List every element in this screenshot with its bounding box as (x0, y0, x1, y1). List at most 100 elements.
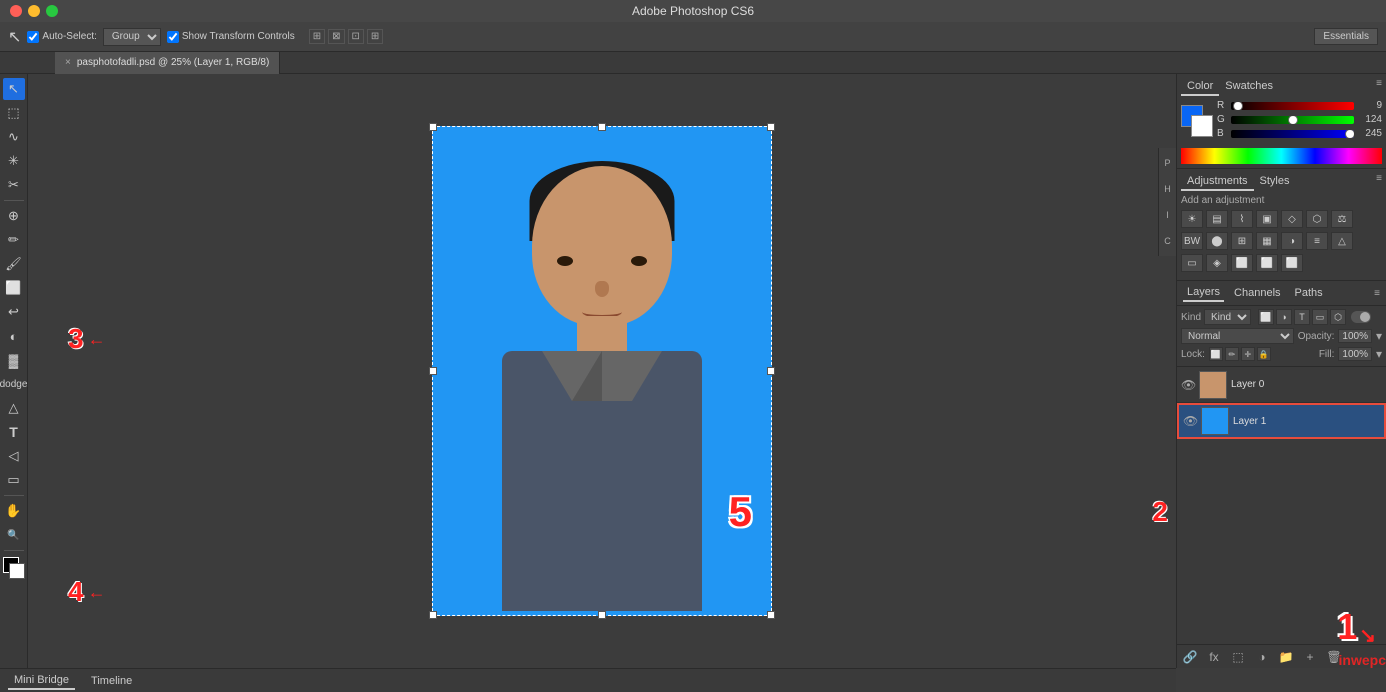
layers-tab[interactable]: Layers (1183, 284, 1224, 302)
move-tool-btn[interactable]: ↖ (3, 78, 25, 100)
add-mask-btn[interactable]: ⬚ (1229, 648, 1247, 666)
marquee-tool-btn[interactable]: ⬚ (3, 102, 25, 124)
filter-toggle[interactable] (1351, 311, 1371, 323)
filter-pixel-btn[interactable]: ⬜ (1258, 309, 1274, 325)
left-eye (557, 256, 573, 266)
eyedropper-btn[interactable]: ⊕ (3, 205, 25, 227)
filter-type-btn[interactable]: T (1294, 309, 1310, 325)
adj5-btn[interactable]: ⬜ (1281, 254, 1303, 272)
timeline-tab[interactable]: Timeline (85, 673, 138, 689)
adj3-btn[interactable]: ⬜ (1231, 254, 1253, 272)
minimize-button[interactable] (28, 5, 40, 17)
fill-arrow[interactable]: ▾ (1376, 347, 1382, 361)
layer-style-btn[interactable]: fx (1205, 648, 1223, 666)
styles-tab[interactable]: Styles (1254, 173, 1296, 191)
invert-btn[interactable]: ◑ (1281, 232, 1303, 250)
filter-smart-btn[interactable]: ⬡ (1330, 309, 1346, 325)
opacity-value[interactable]: 100% (1338, 329, 1372, 343)
bw-btn[interactable]: BW (1181, 232, 1203, 250)
adjustments-tab[interactable]: Adjustments (1181, 173, 1254, 191)
hand-btn[interactable]: ✋ (3, 500, 25, 522)
color-panel-menu[interactable]: ≡ (1376, 78, 1382, 96)
type-btn[interactable]: T (3, 421, 25, 443)
histogram-icon[interactable]: H (1160, 178, 1176, 200)
gradient-btn[interactable]: ▓ (3, 349, 25, 371)
quick-select-btn[interactable]: ✳ (3, 150, 25, 172)
history-btn[interactable]: ↩ (3, 301, 25, 323)
new-layer-btn[interactable]: + (1301, 648, 1319, 666)
link-layers-btn[interactable]: 🔗 (1181, 648, 1199, 666)
info-icon[interactable]: I (1160, 204, 1176, 226)
brightness-btn[interactable]: ☀ (1181, 210, 1203, 228)
gradient-map-btn[interactable]: ▭ (1181, 254, 1203, 272)
dodge-btn[interactable]: dodge (3, 373, 25, 395)
curves-btn[interactable]: ⌇ (1231, 210, 1253, 228)
delete-layer-btn[interactable]: 🗑 (1325, 648, 1343, 666)
layer-1-visibility[interactable]: 👁 (1183, 414, 1197, 428)
filter-adj-btn[interactable]: ◑ (1276, 309, 1292, 325)
group-btn[interactable]: 📁 (1277, 648, 1295, 666)
foreground-color[interactable] (3, 557, 25, 579)
adj4-btn[interactable]: ⬜ (1256, 254, 1278, 272)
lock-transparent-btn[interactable]: ⬜ (1209, 347, 1223, 361)
layers-panel-menu[interactable]: ≡ (1374, 288, 1380, 299)
stamp-btn[interactable]: ⬜ (3, 277, 25, 299)
adj-layer-btn[interactable]: ◑ (1253, 648, 1271, 666)
lock-all-btn[interactable]: 🔒 (1257, 347, 1271, 361)
pen-btn[interactable]: △ (3, 397, 25, 419)
crop-tool-btn[interactable]: ✂ (3, 174, 25, 196)
layer-0-item[interactable]: 👁 Layer 0 (1177, 367, 1386, 403)
color-spectrum[interactable] (1181, 148, 1382, 164)
adj-panel-menu[interactable]: ≡ (1376, 173, 1382, 191)
threshold-btn[interactable]: △ (1331, 232, 1353, 250)
g-slider[interactable] (1231, 116, 1354, 124)
doc-tab-close[interactable]: × (65, 57, 71, 68)
layer-1-item[interactable]: 👁 Layer 1 (1177, 403, 1386, 439)
layer-0-visibility[interactable]: 👁 (1181, 378, 1195, 392)
healing-btn[interactable]: ✏ (3, 229, 25, 251)
r-slider[interactable] (1231, 102, 1354, 110)
zoom-btn[interactable]: 🔍 (3, 524, 25, 546)
close-button[interactable] (10, 5, 22, 17)
levels-btn[interactable]: ▤ (1206, 210, 1228, 228)
posterize-btn[interactable]: ≡ (1306, 232, 1328, 250)
brush-btn[interactable]: 🖌 (3, 253, 25, 275)
channel-mixer-btn[interactable]: ⊞ (1231, 232, 1253, 250)
exposure-btn[interactable]: ▣ (1256, 210, 1278, 228)
photo-filter-btn[interactable]: ⬤ (1206, 232, 1228, 250)
essentials-button[interactable]: Essentials (1314, 28, 1378, 45)
eraser-btn[interactable]: ◐ (3, 325, 25, 347)
lock-paint-btn[interactable]: ✏ (1225, 347, 1239, 361)
vibrance-btn[interactable]: ◇ (1281, 210, 1303, 228)
window-controls[interactable] (10, 5, 58, 17)
channels-tab[interactable]: Channels (1230, 285, 1284, 301)
photo-canvas[interactable]: 5 (432, 126, 772, 616)
auto-select-group[interactable]: Group (103, 28, 161, 46)
color-swatches[interactable] (1181, 105, 1213, 137)
fill-value[interactable]: 100% (1338, 347, 1372, 361)
lock-move-btn[interactable]: ✛ (1241, 347, 1255, 361)
maximize-button[interactable] (46, 5, 58, 17)
layers-panel: Layers Channels Paths ≡ Kind Kind ⬜ ◑ T … (1177, 281, 1386, 668)
path-select-btn[interactable]: ◁ (3, 445, 25, 467)
show-transform-checkbox[interactable] (167, 31, 179, 43)
selective-color-btn[interactable]: ◈ (1206, 254, 1228, 272)
filter-select[interactable]: Kind (1204, 309, 1251, 325)
color-tab[interactable]: Color (1181, 78, 1219, 96)
color-lookup-btn[interactable]: ▦ (1256, 232, 1278, 250)
paths-tab[interactable]: Paths (1291, 285, 1327, 301)
lasso-tool-btn[interactable]: ∿ (3, 126, 25, 148)
properties-icon[interactable]: P (1160, 152, 1176, 174)
swatches-tab[interactable]: Swatches (1219, 78, 1279, 96)
b-slider[interactable] (1231, 130, 1354, 138)
auto-select-checkbox[interactable] (27, 31, 39, 43)
opacity-arrow[interactable]: ▾ (1376, 329, 1382, 343)
shape-btn[interactable]: ▭ (3, 469, 25, 491)
mini-bridge-tab[interactable]: Mini Bridge (8, 672, 75, 690)
colorbal-btn[interactable]: ⚖ (1331, 210, 1353, 228)
char-icon[interactable]: C (1160, 230, 1176, 252)
document-tab[interactable]: × pasphotofadli.psd @ 25% (Layer 1, RGB/… (55, 52, 280, 74)
blend-mode-select[interactable]: Normal (1181, 328, 1294, 344)
huesat-btn[interactable]: ⬡ (1306, 210, 1328, 228)
filter-shape-btn[interactable]: ▭ (1312, 309, 1328, 325)
